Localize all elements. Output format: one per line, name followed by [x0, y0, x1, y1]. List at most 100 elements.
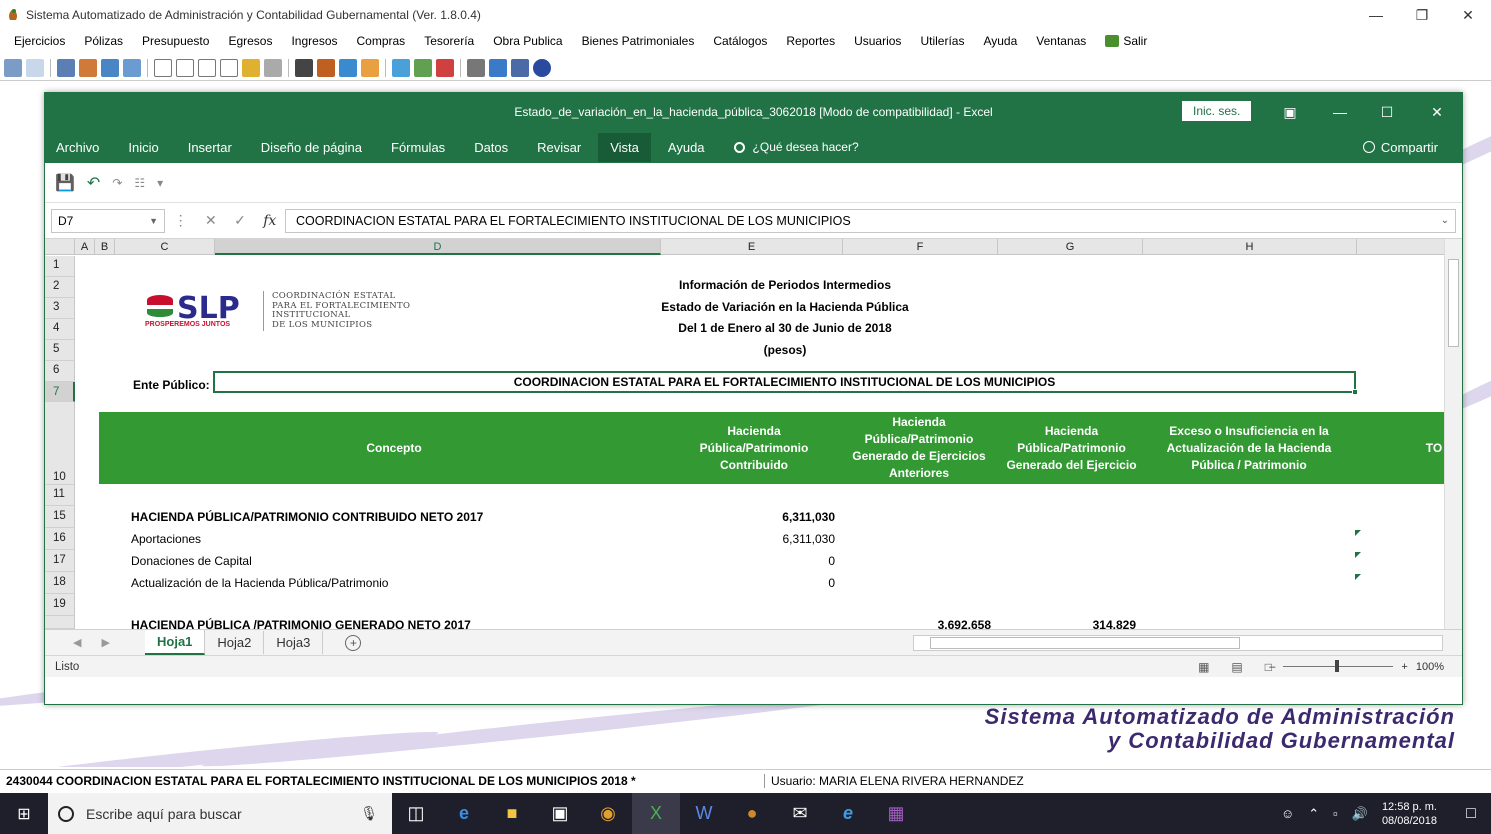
window-icon[interactable] — [511, 58, 529, 77]
normal-view-icon[interactable]: ▦ — [1198, 660, 1209, 674]
row-header[interactable]: 15 — [45, 506, 75, 528]
print-icon[interactable] — [264, 58, 282, 77]
tree-icon[interactable] — [467, 58, 485, 77]
ribbon-display-icon[interactable]: ▣ — [1270, 93, 1310, 131]
truck-icon[interactable] — [339, 58, 357, 77]
column-header-c[interactable]: C — [115, 239, 215, 255]
excel-maximize-button[interactable]: ☐ — [1367, 93, 1407, 131]
taskbar-clock[interactable]: 12:58 p. m. 08/08/2018 — [1382, 800, 1437, 828]
volume-icon[interactable]: 🔊 — [1352, 806, 1368, 822]
column-header-d[interactable]: D — [215, 239, 661, 255]
app-minimize-button[interactable]: — — [1353, 0, 1399, 30]
enter-icon[interactable]: ✓ — [234, 212, 246, 229]
tray-chevron-icon[interactable]: ⌃ — [1308, 806, 1319, 822]
excel-taskbar-icon[interactable]: X — [632, 793, 680, 834]
row-header[interactable]: 6 — [45, 361, 75, 382]
zoom-out-button[interactable]: – — [1269, 661, 1275, 673]
task-view-icon[interactable]: ◫ — [392, 793, 440, 834]
menu-polizas[interactable]: Pólizas — [84, 34, 123, 48]
vertical-scroll-thumb[interactable] — [1448, 259, 1459, 347]
row-header[interactable]: 3 — [45, 298, 75, 319]
sheet-nav-arrows[interactable]: ◀▶ — [45, 636, 145, 649]
mail-icon[interactable]: ✉ — [776, 793, 824, 834]
sheet-tab-hoja3[interactable]: Hoja3 — [264, 631, 324, 654]
print-preview-icon[interactable]: ☷ — [134, 176, 145, 190]
menu-catalogos[interactable]: Catálogos — [713, 34, 767, 48]
menu-tesoreria[interactable]: Tesorería — [424, 34, 474, 48]
settings-icon[interactable] — [436, 58, 454, 77]
error-indicator-icon[interactable] — [1355, 574, 1361, 580]
customize-qat-icon[interactable]: ▾ — [157, 176, 163, 190]
word-taskbar-icon[interactable]: W — [680, 793, 728, 834]
calc-icon[interactable] — [489, 58, 507, 77]
tab-diseno-pagina[interactable]: Diseño de página — [261, 133, 362, 162]
tab-archivo[interactable]: Archivo — [56, 133, 99, 162]
menu-obra-publica[interactable]: Obra Publica — [493, 34, 562, 48]
menu-salir[interactable]: Salir — [1105, 34, 1147, 48]
tab-formulas[interactable]: Fórmulas — [391, 133, 445, 162]
row-header[interactable]: 10 — [45, 402, 75, 485]
row-header[interactable]: 4 — [45, 319, 75, 340]
notifications-icon[interactable]: □ — [1451, 805, 1491, 823]
fill-handle[interactable] — [1352, 389, 1358, 395]
sign-in-button[interactable]: Inic. ses. — [1182, 101, 1252, 121]
network-icon[interactable]: ▫ — [1333, 806, 1338, 821]
row-header[interactable]: 1 — [45, 256, 75, 277]
tab-vista[interactable]: Vista — [598, 132, 651, 162]
name-box[interactable]: D7 ▼ — [51, 208, 165, 233]
edge-icon[interactable]: e — [440, 793, 488, 834]
tab-insertar[interactable]: Insertar — [188, 133, 232, 162]
chart-icon[interactable] — [392, 58, 410, 77]
row-header[interactable]: 2 — [45, 277, 75, 298]
menu-usuarios[interactable]: Usuarios — [854, 34, 901, 48]
horizontal-scroll-thumb[interactable] — [930, 637, 1240, 649]
column-header-e[interactable]: E — [661, 239, 843, 255]
menu-ventanas[interactable]: Ventanas — [1036, 34, 1086, 48]
error-indicator-icon[interactable] — [1355, 552, 1361, 558]
menu-utilerias[interactable]: Utilerías — [920, 34, 964, 48]
store-icon[interactable]: ▣ — [536, 793, 584, 834]
cancel-icon[interactable]: ✕ — [205, 212, 217, 229]
start-button[interactable]: ⊞ — [0, 804, 48, 824]
sacg-taskbar-icon[interactable]: ● — [728, 793, 776, 834]
catalog-d-icon[interactable] — [176, 58, 194, 77]
menu-compras[interactable]: Compras — [357, 34, 406, 48]
ie-icon[interactable]: e — [824, 793, 872, 834]
ledger-icon[interactable] — [57, 58, 75, 77]
winrar-icon[interactable]: ▦ — [872, 793, 920, 834]
box-icon[interactable] — [361, 58, 379, 77]
tell-me-box[interactable]: ¿Qué desea hacer? — [733, 140, 859, 154]
tab-revisar[interactable]: Revisar — [537, 133, 581, 162]
column-header-g[interactable]: G — [998, 239, 1143, 255]
help-icon[interactable] — [533, 58, 551, 77]
catalog-p-icon[interactable] — [220, 58, 238, 77]
row-header[interactable]: 17 — [45, 550, 75, 572]
menu-bienes-patrimoniales[interactable]: Bienes Patrimoniales — [582, 34, 695, 48]
refresh-icon[interactable] — [4, 58, 22, 77]
excel-minimize-button[interactable]: — — [1320, 93, 1360, 131]
column-header-a[interactable]: A — [75, 239, 95, 255]
column-header-f[interactable]: F — [843, 239, 998, 255]
vertical-scrollbar[interactable] — [1444, 239, 1462, 629]
chrome-icon[interactable]: ◉ — [584, 793, 632, 834]
app-restore-button[interactable]: ❐ — [1399, 0, 1445, 30]
zoom-slider-thumb[interactable] — [1335, 660, 1340, 672]
save-icon[interactable]: 💾 — [55, 173, 75, 193]
tools-icon[interactable] — [317, 58, 335, 77]
clipboard-icon[interactable] — [295, 58, 313, 77]
transfer-icon[interactable] — [79, 58, 97, 77]
insert-function-icon[interactable]: fx — [263, 213, 276, 229]
form-icon[interactable] — [101, 58, 119, 77]
tab-ayuda[interactable]: Ayuda — [668, 133, 705, 162]
error-indicator-icon[interactable] — [1355, 530, 1361, 536]
users-icon[interactable] — [414, 58, 432, 77]
document-icon[interactable] — [26, 58, 44, 77]
selected-cell-d7[interactable]: COORDINACION ESTATAL PARA EL FORTALECIMI… — [213, 371, 1358, 395]
tab-inicio[interactable]: Inicio — [128, 133, 158, 162]
microphone-icon[interactable]: 🎙 — [360, 805, 378, 822]
formula-input[interactable]: COORDINACION ESTATAL PARA EL FORTALECIMI… — [285, 208, 1456, 233]
column-header-h[interactable]: H — [1143, 239, 1357, 255]
menu-ingresos[interactable]: Ingresos — [291, 34, 337, 48]
menu-egresos[interactable]: Egresos — [228, 34, 272, 48]
row-header[interactable]: 11 — [45, 485, 75, 506]
